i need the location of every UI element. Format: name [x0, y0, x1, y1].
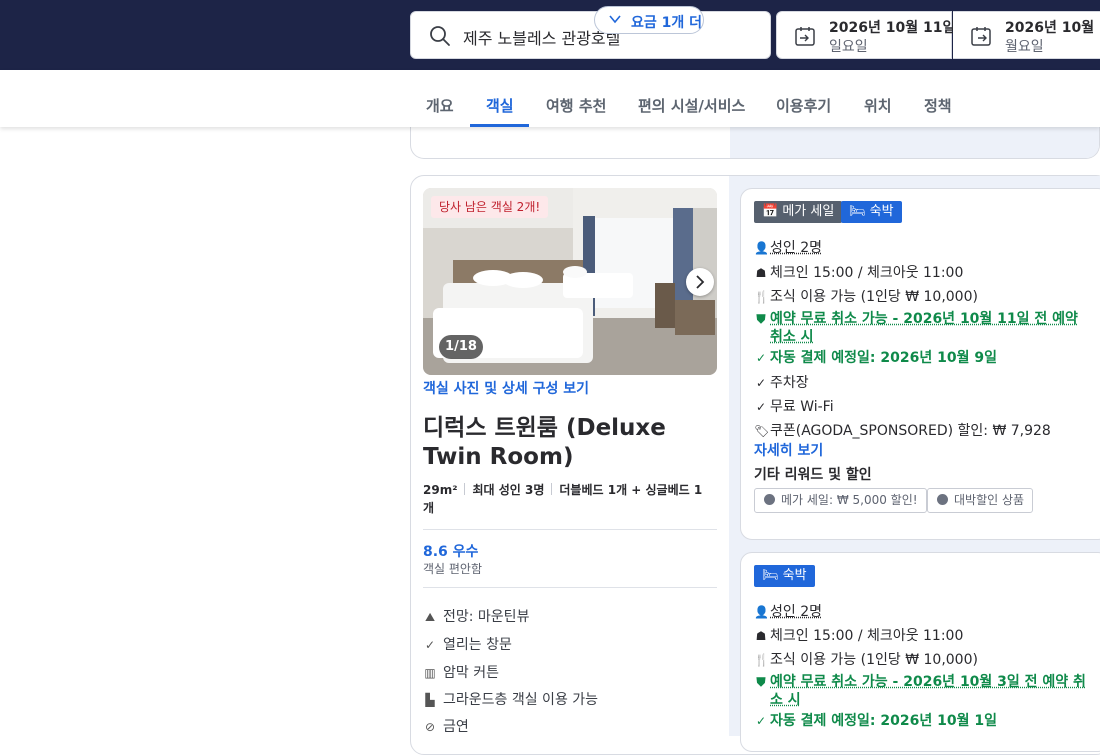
no-smoking-icon: ⊘ — [424, 720, 436, 734]
chevron-down-icon — [609, 15, 621, 24]
tab-overview[interactable]: 개요 — [426, 95, 454, 116]
tab-location[interactable]: 위치 — [864, 95, 892, 116]
mega-sale-tag: 📅 메가 세일 — [754, 201, 843, 223]
offer-adults: 👤성인 2명 — [754, 240, 822, 256]
offer-other-rewards: 기타 리워드 및 할인 — [754, 467, 872, 483]
photo-counter: 1/18 — [439, 335, 483, 359]
room-feature: ⛰ 전망: 마운틴뷰 — [424, 609, 530, 625]
curtain-icon: ▥ — [424, 666, 436, 680]
check-icon: ✓ — [755, 714, 767, 728]
shield-check-icon: ⛊ — [756, 675, 766, 689]
person-icon: 👤 — [754, 241, 769, 255]
room-photos-link[interactable]: 객실 사진 및 상세 구성 보기 — [423, 378, 589, 398]
search-icon — [430, 26, 450, 46]
divider — [423, 587, 717, 588]
checkout-date-field[interactable]: 2026년 10월 12 월요일 — [953, 11, 1100, 59]
offer-breakfast: 🍴조식 이용 가능 (1인당 ₩ 10,000) — [754, 289, 978, 305]
offer-free-cancel[interactable]: ⛊ 예약 무료 취소 가능 - 2026년 10월 3일 전 예약 취 — [754, 671, 1085, 691]
checkout-calendar-icon — [971, 27, 991, 46]
bed-icon: 🛏 — [762, 568, 783, 583]
checkin-weekday: 일요일 — [829, 39, 868, 55]
search-input[interactable]: 제주 노블레스 관광호텔 — [410, 11, 771, 59]
check-icon: ✓ — [424, 638, 436, 652]
view-icon: ⛰ — [424, 610, 436, 624]
checkin-date-field[interactable]: 2026년 10월 11일 일요일 — [776, 11, 956, 59]
checkout-date: 2026년 10월 12 — [1005, 20, 1100, 36]
calendar-sale-icon: 📅 — [762, 204, 783, 219]
next-photo-button[interactable] — [686, 268, 714, 296]
stay-tag: 🛏 숙박 — [841, 201, 902, 223]
room-review-category: 객실 편안함 — [423, 562, 483, 576]
room-title: 디럭스 트윈룸 (Deluxe Twin Room) — [423, 415, 666, 470]
check-icon: ✓ — [755, 351, 767, 365]
room-specs: 29m² 최대 성인 3명 더블베드 1개 + 싱글베드 1개 — [423, 481, 713, 517]
rooms-left-badge: 당사 남은 객실 2개! — [431, 196, 549, 218]
more-rates-button[interactable]: 요금 1개 더 — [594, 6, 704, 34]
offer-free-cancel-cont[interactable]: 소 시 — [770, 689, 801, 709]
offer-adults: 👤성인 2명 — [754, 604, 822, 620]
offer-checkin-out: ☗ 체크인 15:00 / 체크아웃 11:00 — [755, 265, 964, 281]
offer-parking: ✓ 주차장 — [755, 375, 809, 391]
tab-reviews[interactable]: 이용후기 — [776, 95, 831, 116]
offer-autopay: ✓ 자동 결제 예정일: 2026년 10월 9일 — [755, 350, 997, 366]
tab-rooms[interactable]: 객실 — [486, 95, 514, 116]
person-icon: 👤 — [754, 605, 769, 619]
room-review-score: 8.6 우수 — [423, 544, 479, 560]
badge-icon — [937, 494, 948, 505]
tab-facilities[interactable]: 편의 시설/서비스 — [638, 95, 745, 116]
checkin-date: 2026년 10월 11일 — [829, 20, 956, 36]
offer-autopay: ✓ 자동 결제 예정일: 2026년 10월 1일 — [755, 713, 997, 729]
offer-free-cancel-cont[interactable]: 취소 시 — [770, 326, 814, 346]
room-feature: ▙ 그라운드층 객실 이용 가능 — [423, 689, 598, 709]
tab-recommendations[interactable]: 여행 추천 — [546, 95, 606, 116]
checkout-weekday: 월요일 — [1005, 39, 1044, 55]
offer-breakfast: 🍴조식 이용 가능 (1인당 ₩ 10,000) — [754, 652, 978, 668]
tag-icon: 🏷 — [754, 424, 770, 438]
offer-details-link[interactable]: 자세히 보기 — [754, 440, 823, 460]
check-icon: ✓ — [755, 376, 767, 390]
offer-checkin-out: ☗ 체크인 15:00 / 체크아웃 11:00 — [755, 628, 964, 644]
ground-floor-icon: ▙ — [425, 693, 435, 707]
chevron-right-icon — [696, 275, 705, 289]
badge-icon — [764, 494, 775, 505]
room-feature: ✓ 열리는 창문 — [424, 637, 512, 653]
cutlery-icon: 🍴 — [754, 290, 769, 304]
mega-sale-discount-pill[interactable]: 메가 세일: ₩ 5,000 할인! — [754, 488, 927, 513]
active-tab-indicator — [470, 124, 529, 127]
tab-policies[interactable]: 정책 — [924, 95, 952, 116]
room-feature: ▥ 암막 커튼 — [424, 665, 499, 681]
checkin-icon: ☗ — [755, 629, 767, 643]
offer-coupon: 🏷쿠폰(AGODA_SPONSORED) 할인: ₩ 7,928 — [754, 423, 1051, 439]
checkin-icon: ☗ — [755, 266, 767, 280]
divider — [423, 529, 717, 530]
checkin-calendar-icon — [795, 27, 815, 46]
room-feature: ⊘ 금연 — [424, 719, 469, 735]
more-rates-label: 요금 1개 더 — [631, 15, 703, 31]
stay-tag: 🛏 숙박 — [754, 565, 815, 587]
check-icon: ✓ — [755, 400, 767, 414]
big-deal-pill[interactable]: 대박할인 상품 — [927, 488, 1034, 513]
section-tab-bar: 개요 객실 여행 추천 편의 시설/서비스 이용후기 위치 정책 — [0, 70, 1100, 127]
shield-check-icon: ⛊ — [756, 312, 766, 326]
bed-icon: 🛏 — [849, 204, 870, 219]
offer-wifi: ✓ 무료 Wi-Fi — [755, 399, 834, 415]
room-occupancy: 최대 성인 3명 — [472, 483, 545, 497]
cutlery-icon: 🍴 — [754, 653, 769, 667]
room-size: 29m² — [423, 483, 458, 497]
offer-free-cancel[interactable]: ⛊ 예약 무료 취소 가능 - 2026년 10월 11일 전 예약 — [754, 308, 1077, 328]
